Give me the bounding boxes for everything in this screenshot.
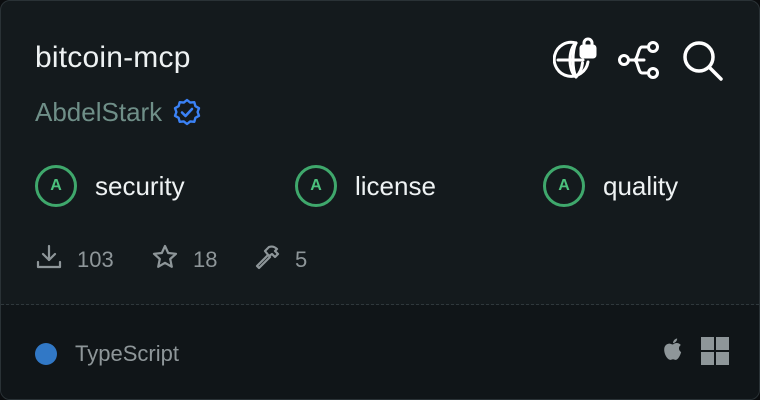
header-actions bbox=[552, 37, 725, 83]
downloads-count: 103 bbox=[77, 246, 114, 272]
search-icon[interactable] bbox=[679, 37, 725, 83]
grade-label: quality bbox=[603, 170, 679, 201]
language-color-dot bbox=[35, 343, 57, 365]
stars-stat: 18 bbox=[151, 243, 217, 276]
star-icon bbox=[151, 243, 179, 276]
verified-badge-icon bbox=[172, 98, 202, 128]
tools-stat: 5 bbox=[253, 243, 307, 276]
grade-label: security bbox=[95, 170, 185, 201]
author-row: AbdelStark bbox=[35, 97, 202, 128]
grade-label: license bbox=[355, 170, 436, 201]
network-icon[interactable] bbox=[616, 37, 662, 83]
author-link[interactable]: AbdelStark bbox=[35, 97, 162, 128]
grades-row: A security A license A quality bbox=[35, 165, 735, 213]
windows-icon bbox=[701, 337, 729, 365]
download-icon bbox=[35, 243, 63, 276]
grade-security[interactable]: A security bbox=[35, 165, 185, 207]
apple-icon bbox=[661, 337, 685, 365]
stars-count: 18 bbox=[193, 246, 218, 272]
tools-count: 5 bbox=[295, 246, 308, 272]
language-label: TypeScript bbox=[75, 341, 179, 366]
downloads-stat: 103 bbox=[35, 243, 114, 276]
hammer-icon bbox=[253, 243, 281, 276]
platforms bbox=[661, 337, 729, 365]
grade-quality[interactable]: A quality bbox=[543, 165, 678, 207]
server-title[interactable]: bitcoin-mcp bbox=[35, 41, 191, 75]
grade-badge: A bbox=[543, 165, 585, 207]
server-card[interactable]: bitcoin-mcp AbdelStark A security A lice… bbox=[0, 0, 760, 400]
globe-lock-icon[interactable] bbox=[552, 37, 599, 83]
card-footer: TypeScript bbox=[1, 305, 759, 399]
grade-license[interactable]: A license bbox=[295, 165, 436, 207]
language-row: TypeScript bbox=[35, 341, 179, 367]
grade-badge: A bbox=[295, 165, 337, 207]
grade-badge: A bbox=[35, 165, 77, 207]
